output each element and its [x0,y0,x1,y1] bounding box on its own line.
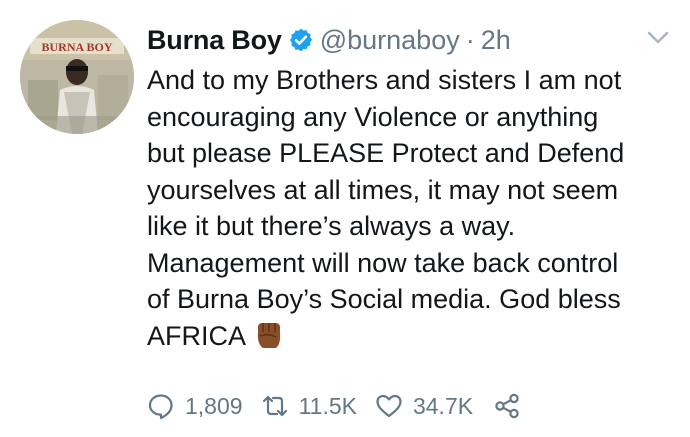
tweet-timestamp[interactable]: 2h [481,25,511,56]
chevron-down-icon[interactable] [647,30,669,46]
reply-button[interactable]: 1,809 [147,392,243,420]
avatar[interactable]: BURNA BOY [20,20,134,134]
reply-icon [148,394,173,420]
tweet-text-content: And to my Brothers and sisters I am not … [147,65,625,351]
retweet-count: 11.5K [298,392,357,419]
user-handle[interactable]: @burnaboy [320,25,460,56]
tweet-card: BURNA BOY Burna Boy @burnaboy · 2h And t… [0,0,690,437]
share-icon [495,393,519,419]
reply-count: 1,809 [185,392,243,419]
retweet-button[interactable]: 11.5K [261,392,357,420]
like-icon [376,394,402,418]
tweet-header: Burna Boy @burnaboy · 2h [147,20,511,60]
tweet-actions: 1,809 11.5K 34.7K [147,388,521,424]
retweet-icon [262,395,287,417]
tweet-text: And to my Brothers and sisters I am not … [147,62,677,354]
avatar-image: BURNA BOY [20,20,134,134]
verified-badge-icon [289,28,312,52]
user-name[interactable]: Burna Boy [147,25,282,56]
header-separator: · [465,24,475,55]
raised-fist-emoji-icon [257,322,281,348]
like-count: 34.7K [412,392,474,419]
like-button[interactable]: 34.7K [375,392,473,420]
avatar-banner-text: BURNA BOY [41,40,112,54]
share-button[interactable] [493,392,521,420]
